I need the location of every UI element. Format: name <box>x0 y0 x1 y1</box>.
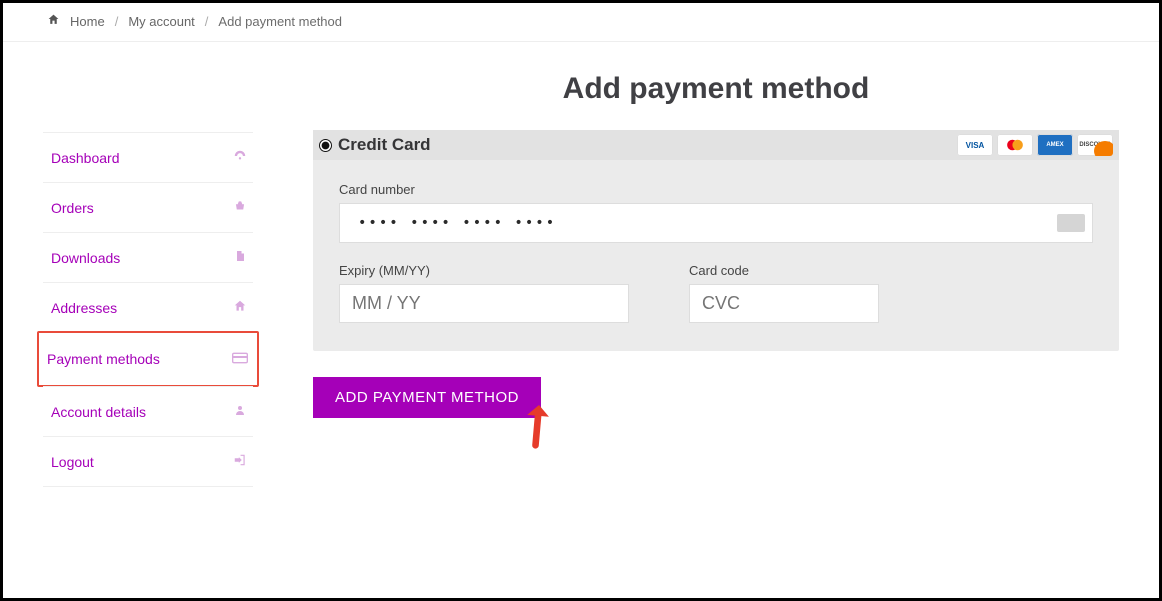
sidebar-item-account-details[interactable]: Account details <box>43 386 253 436</box>
credit-card-option[interactable]: Credit Card <box>319 135 431 155</box>
credit-card-label: Credit Card <box>338 135 431 155</box>
sidebar-item-addresses[interactable]: Addresses <box>43 282 253 332</box>
amex-icon: AMEX <box>1037 134 1073 156</box>
breadcrumb-sep: / <box>115 14 119 29</box>
account-sidebar: Dashboard Orders Downloads Addresses <box>43 132 253 487</box>
credit-card-radio[interactable] <box>319 139 332 152</box>
expiry-label: Expiry (MM/YY) <box>339 263 629 278</box>
mastercard-icon <box>997 134 1033 156</box>
house-icon <box>231 299 249 316</box>
dashboard-icon <box>231 149 249 166</box>
expiry-input[interactable] <box>339 284 629 323</box>
card-icon <box>231 351 249 367</box>
sidebar-item-label: Addresses <box>51 300 117 316</box>
add-payment-method-button[interactable]: ADD PAYMENT METHOD <box>313 377 541 418</box>
signout-icon <box>231 453 249 470</box>
sidebar-item-label: Orders <box>51 200 94 216</box>
sidebar-item-label: Downloads <box>51 250 120 266</box>
sidebar-item-logout[interactable]: Logout <box>43 436 253 487</box>
card-brand-slot-icon <box>1057 214 1085 232</box>
sidebar-item-payment-methods[interactable]: Payment methods <box>37 331 259 387</box>
basket-icon <box>231 199 249 216</box>
breadcrumb: Home / My account / Add payment method <box>3 3 1159 42</box>
sidebar-item-dashboard[interactable]: Dashboard <box>43 132 253 182</box>
sidebar-item-label: Logout <box>51 454 94 470</box>
discover-icon: DISCOVER <box>1077 134 1113 156</box>
sidebar-item-orders[interactable]: Orders <box>43 182 253 232</box>
user-icon <box>231 403 249 420</box>
sidebar-item-label: Payment methods <box>47 351 160 367</box>
visa-icon: VISA <box>957 134 993 156</box>
breadcrumb-account[interactable]: My account <box>128 14 194 29</box>
home-icon <box>47 13 60 29</box>
sidebar-item-label: Dashboard <box>51 150 120 166</box>
breadcrumb-home[interactable]: Home <box>70 14 105 29</box>
card-number-input[interactable] <box>339 203 1093 243</box>
sidebar-item-downloads[interactable]: Downloads <box>43 232 253 282</box>
page-title: Add payment method <box>313 72 1119 106</box>
payment-method-box: Credit Card VISA AMEX DISCOVER Card numb… <box>313 130 1119 351</box>
breadcrumb-sep: / <box>205 14 209 29</box>
cvc-label: Card code <box>689 263 879 278</box>
card-number-label: Card number <box>339 182 1093 197</box>
sidebar-item-label: Account details <box>51 404 146 420</box>
card-brands: VISA AMEX DISCOVER <box>957 134 1113 156</box>
file-icon <box>231 249 249 266</box>
cvc-input[interactable] <box>689 284 879 323</box>
breadcrumb-current: Add payment method <box>218 14 342 29</box>
